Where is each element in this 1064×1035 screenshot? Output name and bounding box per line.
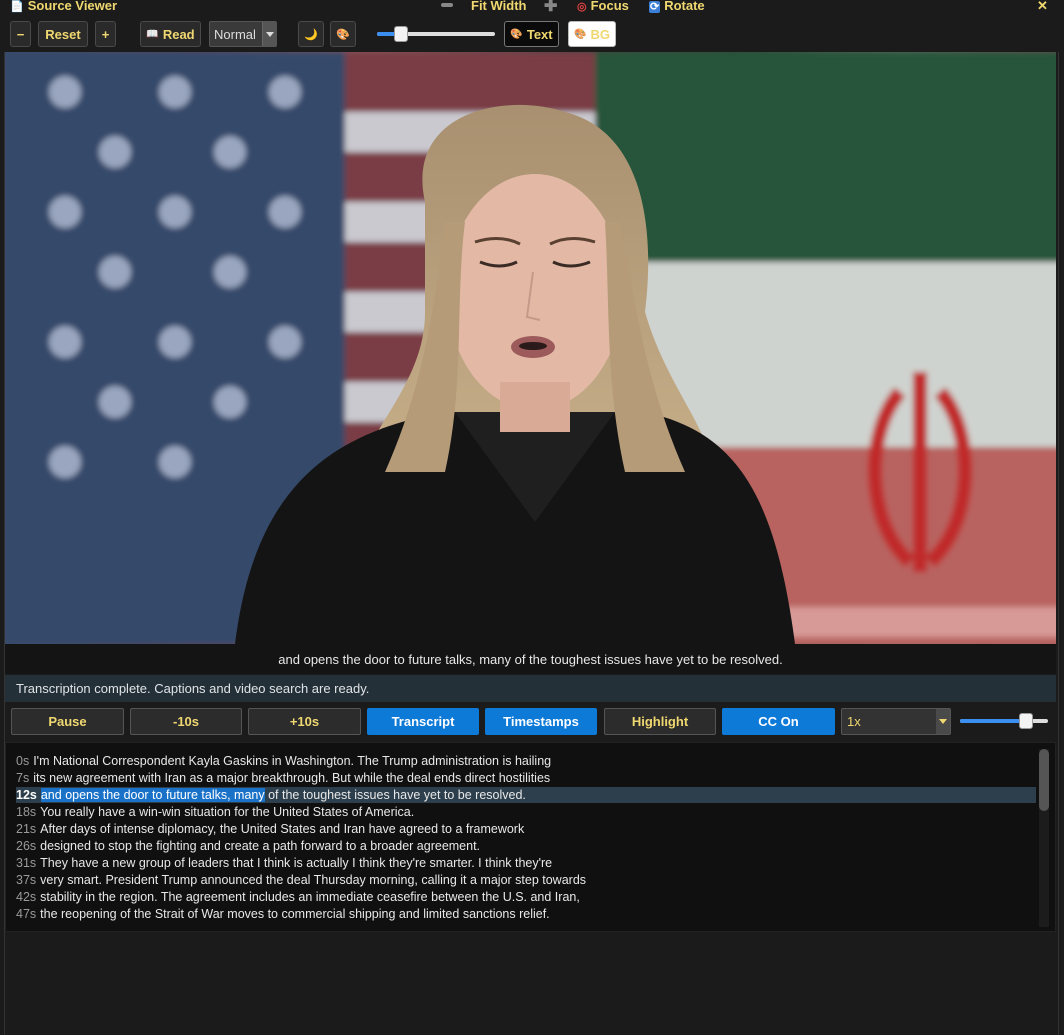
palette-icon: 🎨 <box>574 28 587 40</box>
caption-bar: and opens the door to future talks, many… <box>5 644 1056 674</box>
volume-slider[interactable] <box>960 713 1048 729</box>
cc-toggle-button[interactable]: CC On <box>722 708 835 735</box>
minimize-icon[interactable] <box>441 3 453 7</box>
playback-speed-select[interactable]: 1x <box>841 708 951 735</box>
transcript-line[interactable]: 26s designed to stop the fighting and cre… <box>16 838 480 854</box>
transcript-line[interactable]: 21s After days of intense diplomacy, the … <box>16 821 524 837</box>
palette-icon: 🎨 <box>336 28 350 41</box>
transcript-timestamp[interactable]: 37s <box>16 873 36 887</box>
timestamps-toggle-button[interactable]: Timestamps <box>485 708 597 735</box>
rotate-icon: ⟳ <box>649 1 661 13</box>
transcript-line[interactable]: 31s They have a new group of leaders that… <box>16 855 552 871</box>
transcript-text: They have a new group of leaders that I … <box>40 856 553 870</box>
zoom-slider[interactable] <box>377 26 495 42</box>
transcript-line[interactable]: 18s You really have a win-win situation f… <box>16 804 414 820</box>
transcript-timestamp[interactable]: 7s <box>16 771 29 785</box>
zoom-out-button[interactable]: − <box>10 21 31 47</box>
focus-button[interactable]: ◎ Focus <box>577 0 629 13</box>
caption-text: and opens the door to future talks, many… <box>278 651 783 667</box>
forward-10s-button[interactable]: +10s <box>248 708 361 735</box>
transcript-text: I'm National Correspondent Kayla Gaskins… <box>33 754 552 768</box>
rewind-10s-button[interactable]: -10s <box>130 708 242 735</box>
book-icon: 📖 <box>146 28 159 40</box>
transcript-line[interactable]: 0s I'm National Correspondent Kayla Gaski… <box>16 753 551 769</box>
transcript-text: very smart. President Trump announced th… <box>40 873 587 887</box>
transcript-timestamp[interactable]: 12s <box>16 788 37 802</box>
transcript-timestamp[interactable]: 0s <box>16 754 29 768</box>
viewer-toolbar: − Reset + 📖 Read Normal 🌙 🎨 🎨 Text 🎨 BG <box>0 14 1064 52</box>
transcript-timestamp[interactable]: 21s <box>16 822 36 836</box>
dark-mode-button[interactable]: 🌙 <box>298 21 324 47</box>
transcript-current-phrase: and opens the door to future talks, many <box>40 788 265 802</box>
transcript-toggle-button[interactable]: Transcript <box>367 708 479 735</box>
fit-width-button[interactable]: Fit Width <box>471 0 526 13</box>
transcript-line[interactable]: 12s and opens the door to future talks, m… <box>16 787 1036 803</box>
transcript-text: the reopening of the Strait of War moves… <box>40 907 550 921</box>
text-color-button[interactable]: 🎨 Text <box>504 21 559 47</box>
rotate-button[interactable]: ⟳ Rotate <box>649 0 705 13</box>
transcript-timestamp[interactable]: 18s <box>16 805 36 819</box>
transcript-timestamp[interactable]: 42s <box>16 890 36 904</box>
theme-button[interactable]: 🎨 <box>330 21 356 47</box>
transcript-text: You really have a win-win situation for … <box>40 805 415 819</box>
transcript-text: designed to stop the fighting and create… <box>40 839 481 853</box>
transcript-panel[interactable]: 0s I'm National Correspondent Kayla Gaski… <box>5 742 1056 932</box>
zoom-in-button[interactable]: + <box>95 21 116 47</box>
status-bar: Transcription complete. Captions and vid… <box>5 675 1056 702</box>
transcript-timestamp[interactable]: 47s <box>16 907 36 921</box>
read-button[interactable]: 📖 Read <box>140 21 201 47</box>
moon-icon: 🌙 <box>304 28 318 41</box>
chevron-down-icon <box>262 22 276 46</box>
transcript-scrollbar[interactable] <box>1039 749 1049 927</box>
chevron-down-icon <box>936 709 950 734</box>
reset-button[interactable]: Reset <box>38 21 88 47</box>
right-resize-edge[interactable] <box>1058 52 1064 1035</box>
transcript-text: After days of intense diplomacy, the Uni… <box>40 822 525 836</box>
transcript-scrollbar-thumb[interactable] <box>1039 749 1049 811</box>
video-scene <box>5 52 1056 644</box>
volume-slider-thumb[interactable] <box>1019 713 1033 729</box>
transcript-line[interactable]: 37s very smart. President Trump announced… <box>16 872 586 888</box>
volume-slider-fill <box>960 719 1026 723</box>
transcript-timestamp[interactable]: 31s <box>16 856 36 870</box>
pause-button[interactable]: Pause <box>11 708 124 735</box>
title-bar: 📄 Source Viewer Fit Width ✚ ◎ Focus ⟳ Rotat… <box>0 0 1064 15</box>
transcript-line[interactable]: 42s stability in the region. The agreemen… <box>16 889 580 905</box>
zoom-slider-thumb[interactable] <box>393 26 408 42</box>
reading-mode-select[interactable]: Normal <box>209 21 277 47</box>
transcript-line[interactable]: 7s its new agreement with Iran as a major… <box>16 770 550 786</box>
palette-icon: 🎨 <box>510 28 523 40</box>
document-icon: 📄 <box>10 1 24 13</box>
status-text: Transcription complete. Captions and vid… <box>16 681 370 696</box>
video-player[interactable] <box>5 52 1056 644</box>
transcript-line[interactable]: 47s the reopening of the Strait of War mo… <box>16 906 550 922</box>
target-icon: ◎ <box>577 1 587 13</box>
window-title: 📄 Source Viewer <box>10 0 118 13</box>
transcript-text: stability in the region. The agreement i… <box>40 890 580 904</box>
transcript-text: of the toughest issues have yet to be re… <box>264 788 526 802</box>
close-icon[interactable]: ✕ <box>1037 0 1048 14</box>
highlight-toggle-button[interactable]: Highlight <box>604 708 716 735</box>
bg-color-button[interactable]: 🎨 BG <box>568 21 616 47</box>
transcript-timestamp[interactable]: 26s <box>16 839 36 853</box>
transcript-text: its new agreement with Iran as a major b… <box>33 771 551 785</box>
